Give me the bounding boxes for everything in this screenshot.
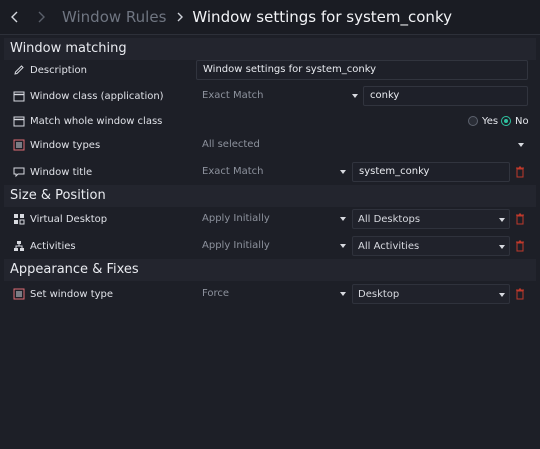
radio-yes[interactable]: Yes <box>468 116 498 127</box>
chevron-down-icon <box>340 244 346 248</box>
set-window-type-policy-dropdown[interactable]: Force <box>198 284 350 304</box>
section-window-matching: Window matching <box>4 38 536 60</box>
set-window-type-value: Desktop <box>358 289 400 300</box>
window-types-dropdown[interactable]: All selected <box>198 135 528 155</box>
chevron-down-icon <box>499 245 505 249</box>
chevron-down-icon <box>340 217 346 221</box>
window-title-input[interactable]: system_conky <box>352 162 510 182</box>
delete-icon[interactable] <box>514 212 526 226</box>
delete-icon[interactable] <box>514 239 526 253</box>
activities-label: Activities <box>30 240 76 252</box>
row-description: Description Window settings for system_c… <box>4 58 536 82</box>
pencil-icon <box>12 63 26 77</box>
chevron-down-icon <box>340 292 346 296</box>
chevron-down-icon <box>352 94 358 98</box>
window-types-icon <box>12 138 26 152</box>
row-virtual-desktop: Virtual Desktop Apply Initially All Desk… <box>4 207 536 231</box>
row-window-class: Window class (application) Exact Match c… <box>4 84 536 108</box>
description-label: Description <box>30 64 87 76</box>
virtual-desktop-value: All Desktops <box>358 214 421 225</box>
virtual-desktop-label: Virtual Desktop <box>30 213 108 225</box>
row-window-title: Window title Exact Match system_conky <box>4 160 536 184</box>
window-class-label: Window class (application) <box>30 90 164 102</box>
section-size-position: Size & Position <box>4 185 536 207</box>
window-icon <box>12 114 26 128</box>
set-window-type-policy-value: Force <box>202 288 230 299</box>
chevron-down-icon <box>499 218 505 222</box>
window-title-label: Window title <box>30 166 93 178</box>
rules-content: Window matching Description Window setti… <box>0 35 540 449</box>
window-title-match-dropdown[interactable]: Exact Match <box>198 162 350 182</box>
virtual-desktop-policy-value: Apply Initially <box>202 213 270 224</box>
back-button[interactable] <box>4 6 26 28</box>
chevron-left-icon <box>11 11 18 23</box>
row-match-whole-class: Match whole window class Yes No <box>4 109 536 133</box>
window-class-match-dropdown[interactable]: Exact Match <box>198 86 362 106</box>
breadcrumb-parent[interactable]: Window Rules <box>62 8 166 26</box>
window-icon <box>12 89 26 103</box>
window-class-match-value: Exact Match <box>202 90 264 101</box>
chevron-down-icon <box>340 170 346 174</box>
activities-value: All Activities <box>358 241 420 252</box>
activities-icon <box>12 239 26 253</box>
radio-yes-label: Yes <box>482 115 499 127</box>
delete-icon[interactable] <box>514 165 526 179</box>
desktop-grid-icon <box>12 212 26 226</box>
speech-bubble-icon <box>12 165 26 179</box>
page-title: Window settings for system_conky <box>192 8 452 26</box>
chevron-down-icon <box>499 293 505 297</box>
radio-no-label: No <box>515 115 529 127</box>
forward-button[interactable] <box>30 6 52 28</box>
window-title-match-value: Exact Match <box>202 166 264 177</box>
match-whole-class-label: Match whole window class <box>30 115 163 127</box>
delete-icon[interactable] <box>514 287 526 301</box>
activities-policy-value: Apply Initially <box>202 240 270 251</box>
section-appearance-fixes: Appearance & Fixes <box>4 259 536 281</box>
activities-policy-dropdown[interactable]: Apply Initially <box>198 236 350 256</box>
activities-value-dropdown[interactable]: All Activities <box>352 236 510 256</box>
radio-yes-indicator <box>468 116 478 126</box>
window-types-label: Window types <box>30 139 101 151</box>
radio-no-indicator <box>501 116 511 126</box>
row-window-types: Window types All selected <box>4 133 536 157</box>
breadcrumb-separator-icon <box>172 9 188 25</box>
chevron-right-icon <box>38 11 45 23</box>
row-set-window-type: Set window type Force Desktop <box>4 282 536 306</box>
set-window-type-label: Set window type <box>30 288 114 300</box>
window-types-icon <box>12 287 26 301</box>
description-input[interactable]: Window settings for system_conky <box>196 60 528 80</box>
chevron-down-icon <box>518 143 524 147</box>
header-bar: Window Rules Window settings for system_… <box>0 0 540 35</box>
radio-no[interactable]: No <box>501 116 529 127</box>
virtual-desktop-value-dropdown[interactable]: All Desktops <box>352 209 510 229</box>
window-class-input[interactable]: conky <box>363 86 528 106</box>
virtual-desktop-policy-dropdown[interactable]: Apply Initially <box>198 209 350 229</box>
row-activities: Activities Apply Initially All Activitie… <box>4 234 536 258</box>
set-window-type-value-dropdown[interactable]: Desktop <box>352 284 510 304</box>
window-types-value: All selected <box>202 139 260 150</box>
